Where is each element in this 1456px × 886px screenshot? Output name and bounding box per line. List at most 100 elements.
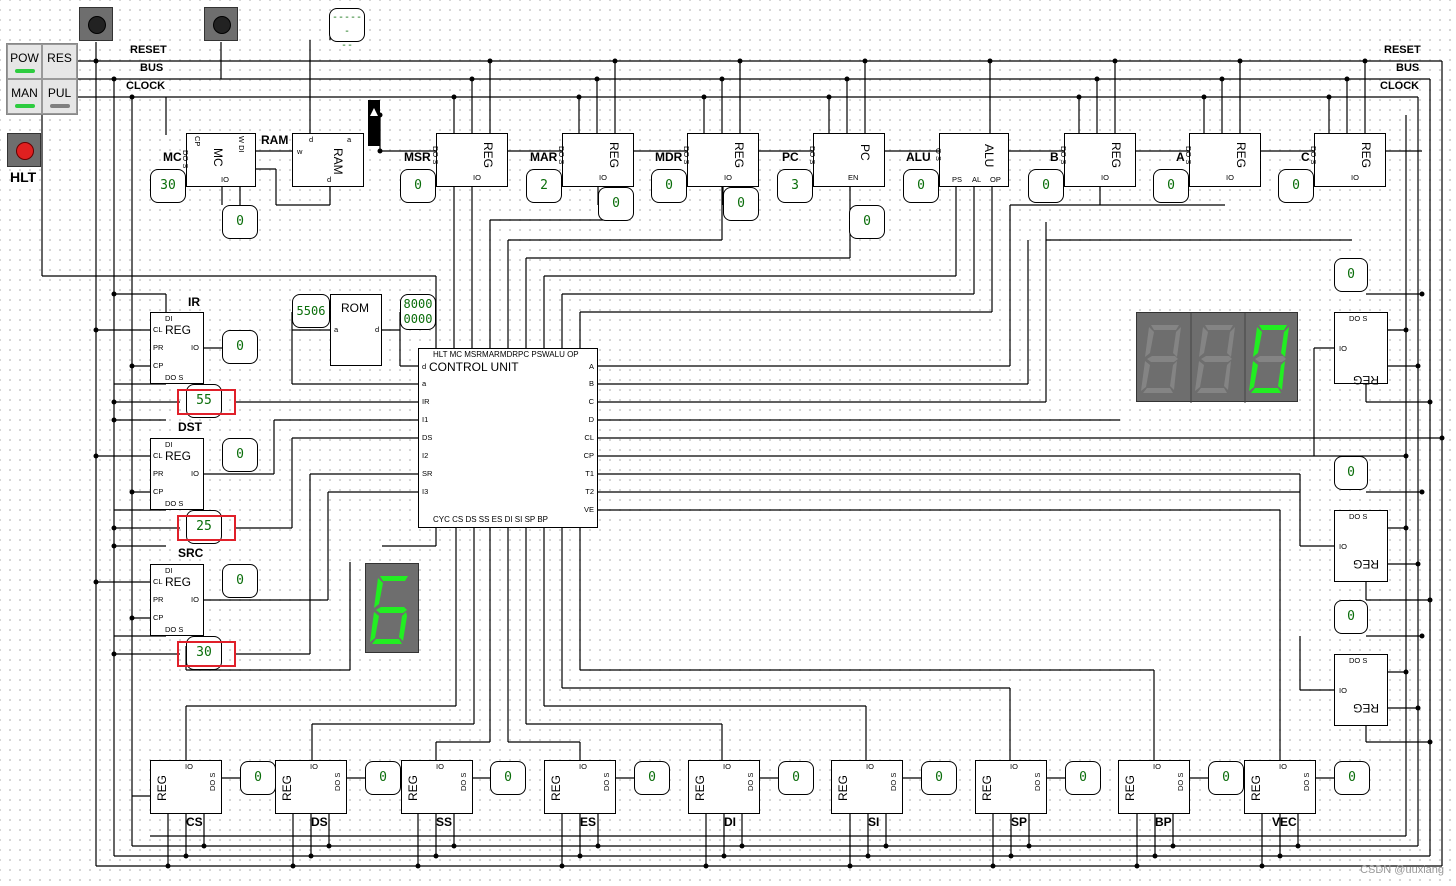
pow-button[interactable]: POW: [7, 44, 42, 79]
bottom-register-ds-probe: 0: [365, 761, 401, 795]
bottom-register-cs-label: CS: [186, 815, 203, 829]
clock-bus-label-right: CLOCK: [1380, 80, 1420, 92]
bottom-register-bp-probe: 0: [1208, 761, 1244, 795]
right-register-1: REG IO DO S: [1334, 312, 1388, 387]
bottom-register-ss-probe: 0: [490, 761, 526, 795]
control-unit-bottom-pins: CYC CS DS SS ES DI SI SP BP: [433, 515, 548, 524]
ir-io-probe: 0: [222, 330, 258, 364]
alu-unit: ALU O S PS AL OP: [934, 133, 1009, 187]
man-button[interactable]: MAN: [7, 79, 42, 114]
bus-label: BUS: [140, 62, 164, 74]
reset-bus-label-right: RESET: [1384, 44, 1421, 56]
bottom-register-di-label: DI: [724, 815, 736, 829]
output-seven-segment-display: [1136, 312, 1298, 403]
ram-module: RAM w d d a: [292, 133, 364, 187]
bottom-register-si-label: SI: [868, 815, 880, 829]
dst-io-probe: 0: [222, 438, 258, 472]
hlt-label: HLT: [10, 169, 37, 185]
man-indicator: [15, 104, 35, 108]
rom-data-line2: 0000: [403, 312, 433, 326]
hlt-light-icon: [16, 142, 34, 160]
ram-label: RAM: [261, 133, 289, 147]
bottom-register-vec-label: VEC: [1272, 815, 1297, 829]
rom-title: ROM: [341, 301, 369, 315]
c-value-probe: 0: [1278, 169, 1314, 203]
bottom-register-es-label: ES: [580, 815, 597, 829]
mdr-register: REG DO S IO: [682, 133, 759, 187]
bottom-register-sp: REG IO DO S: [975, 760, 1047, 814]
dst-register: DI REG CL PR CP IO DO S: [150, 438, 204, 510]
bottom-register-di-probe: 0: [778, 761, 814, 795]
bottom-register-es: REG IO DO S: [544, 760, 616, 814]
src-register: DI REG CL PR CP IO DO S: [150, 564, 204, 636]
pc-label: PC: [782, 150, 799, 164]
alu-value-probe: 0: [903, 169, 939, 203]
pul-button[interactable]: PUL: [42, 79, 77, 114]
ir-label: IR: [188, 295, 200, 309]
ir-highlight-box: [177, 389, 236, 415]
bus-label-right: BUS: [1396, 62, 1420, 74]
b-register: REG DO S IO: [1059, 133, 1136, 187]
pow-indicator: [15, 69, 35, 73]
bottom-register-di: REG IO DO S: [688, 760, 760, 814]
bottom-register-ss-label: SS: [436, 815, 453, 829]
right-register-3: REG IO DO S: [1334, 654, 1388, 726]
man-label: MAN: [11, 86, 38, 100]
clock-bus-label: CLOCK: [126, 80, 166, 92]
mdr-out-probe: 0: [723, 187, 759, 221]
src-highlight-box: [177, 641, 236, 667]
reset-bus-label: RESET: [130, 44, 167, 56]
control-unit: HLT MC MSRMARMDRPC PSWALU OP CONTROL UNI…: [418, 348, 598, 528]
control-unit-title: CONTROL UNIT: [429, 360, 519, 374]
mar-out-probe: 0: [598, 187, 634, 221]
bottom-register-ds: REG IO DO S: [275, 760, 347, 814]
ram-title: RAM: [331, 148, 345, 175]
bottom-register-sp-probe: 0: [1065, 761, 1101, 795]
rom-address-probe: 5506: [292, 294, 330, 328]
rom-module: ROM a d: [330, 294, 382, 366]
bus-probe-line1: ------: [331, 12, 363, 37]
msr-value-probe: 0: [400, 169, 436, 203]
bottom-register-vec: REG IO DO S: [1244, 760, 1316, 814]
mar-label: MAR: [530, 150, 558, 164]
pc-register: PC DO S EN: [808, 133, 885, 187]
src-io-probe: 0: [222, 564, 258, 598]
bottom-register-bp: REG IO DO S: [1118, 760, 1190, 814]
bus-probe-line2: --: [340, 40, 354, 51]
bottom-register-vec-probe: 0: [1334, 761, 1370, 795]
pul-indicator: [50, 104, 70, 108]
right-register-2-probe: 0: [1334, 456, 1368, 490]
b-label: B: [1050, 150, 1059, 164]
mdr-label: MDR: [655, 150, 683, 164]
bottom-register-cs: REG IO DO S: [150, 760, 222, 814]
ir-register: DI REG CL PR CP IO DO S: [150, 312, 204, 384]
mc-title: MC: [211, 148, 225, 167]
mc-value-probe: 30: [150, 169, 186, 203]
hlt-led: [7, 133, 41, 167]
pow-label: POW: [10, 51, 39, 65]
bus-splitter: [368, 100, 380, 146]
right-register-3-probe: 0: [1334, 600, 1368, 634]
control-unit-top-pins: HLT MC MSRMARMDRPC PSWALU OP: [433, 350, 579, 359]
bottom-register-si-probe: 0: [921, 761, 957, 795]
msr-label: MSR: [404, 150, 431, 164]
watermark: CSDN @uuxiang: [1360, 864, 1444, 876]
dst-label: DST: [178, 420, 202, 434]
pc-value-probe: 3: [777, 169, 813, 203]
clock-push-button[interactable]: [204, 7, 238, 41]
bottom-register-bp-label: BP: [1155, 815, 1172, 829]
bottom-register-cs-probe: 0: [240, 761, 276, 795]
mar-value-probe: 2: [526, 169, 562, 203]
a-register: REG DO S IO: [1184, 133, 1261, 187]
mc-label: MC: [163, 150, 182, 164]
b-value-probe: 0: [1028, 169, 1064, 203]
reset-push-button[interactable]: [79, 7, 113, 41]
bottom-register-sp-label: SP: [1011, 815, 1028, 829]
src-label: SRC: [178, 546, 204, 560]
pc-out-probe: 0: [849, 205, 885, 239]
res-button[interactable]: RES: [42, 44, 77, 79]
c-register: REG DO S IO: [1309, 133, 1386, 187]
mc-register: MC DO S CP W DI IO: [181, 133, 256, 187]
rom-data-line1: 8000: [403, 297, 433, 311]
cycle-seven-segment-display: [365, 563, 419, 653]
